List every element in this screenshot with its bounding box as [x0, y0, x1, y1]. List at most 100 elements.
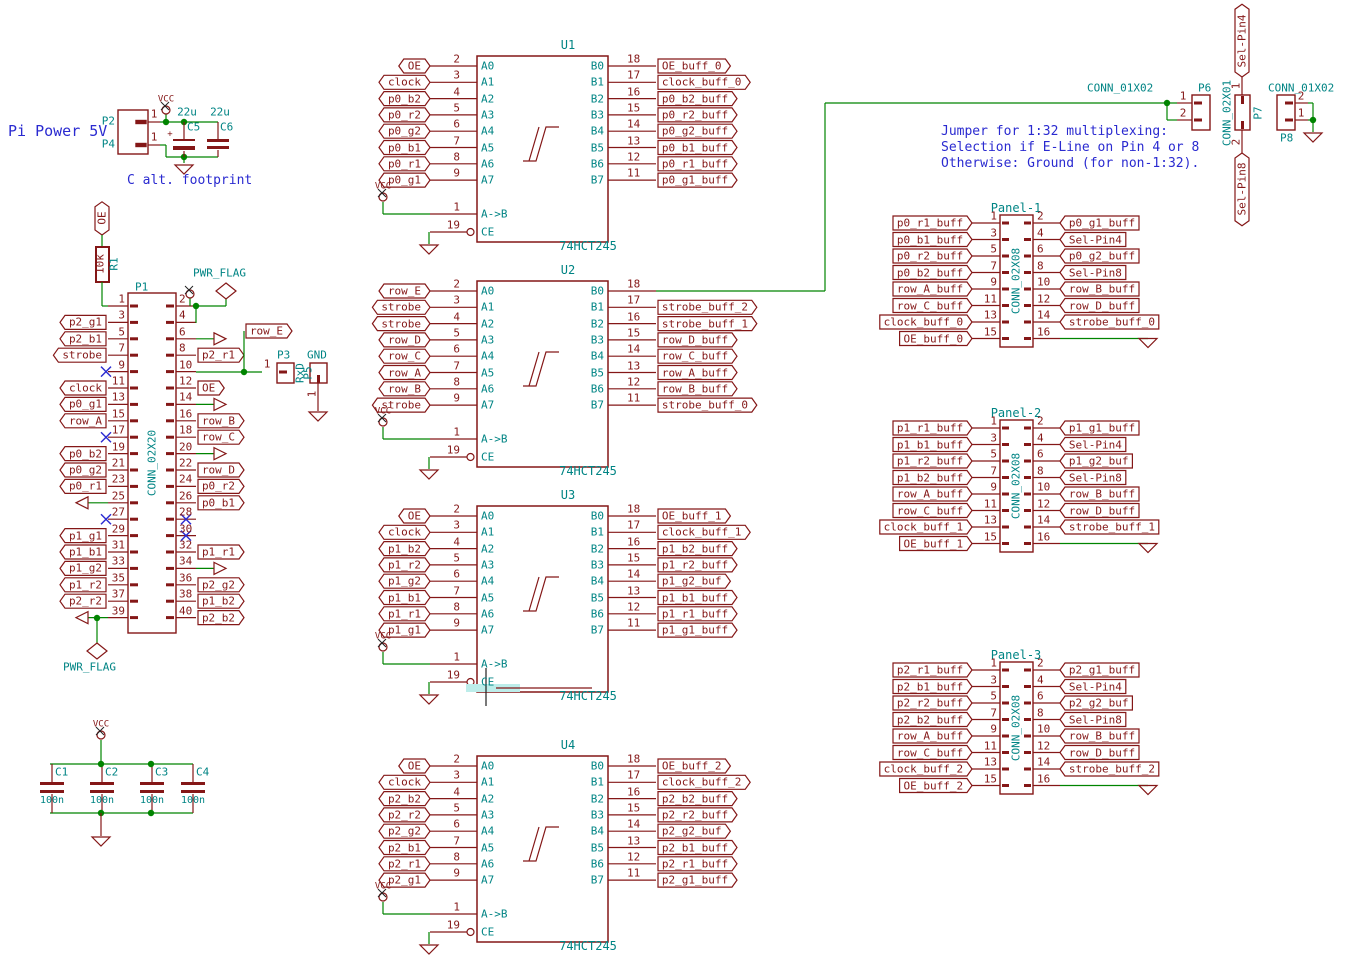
global-label-text[interactable]: row_C	[202, 432, 235, 443]
ref-C3[interactable]: C3	[155, 767, 168, 778]
value-p7[interactable]: CONN_02X01	[1222, 80, 1233, 146]
sheet-arrow-icon[interactable]	[214, 562, 226, 574]
global-label-text[interactable]: p1_b1_buff	[662, 592, 728, 603]
global-label-text[interactable]: row_C	[388, 351, 421, 362]
global-label-text[interactable]: row_A_buff	[897, 489, 963, 500]
global-label-text[interactable]: p1_r1	[202, 547, 235, 558]
ref-p5[interactable]: P5	[303, 366, 314, 379]
global-label-text[interactable]: p1_b2_buff	[662, 543, 728, 554]
global-label-text[interactable]: p2_b2_buff	[662, 793, 728, 804]
global-label-text[interactable]: p0_b2	[388, 93, 421, 104]
global-label-text[interactable]: row_B	[202, 415, 235, 426]
global-label-text[interactable]: p2_r1_buff	[897, 665, 963, 676]
value-c5[interactable]: 22u	[177, 107, 197, 118]
global-label-text[interactable]: strobe_buff_1	[1069, 522, 1155, 533]
pwr-flag-icon[interactable]	[87, 643, 107, 659]
global-label-text[interactable]: strobe_buff_2	[662, 302, 748, 313]
global-label-text[interactable]: clock_buff_1	[662, 527, 741, 538]
global-label-text[interactable]: OE_buff_2	[662, 761, 722, 772]
ref-p4[interactable]: P4	[102, 139, 115, 150]
global-label-text[interactable]: OE	[97, 212, 108, 225]
ref-p8[interactable]: P8	[1280, 133, 1293, 144]
pwr-flag-label[interactable]: PWR_FLAG	[63, 662, 116, 673]
global-label-text[interactable]: p2_b2	[202, 612, 235, 623]
global-label-text[interactable]: row_E	[250, 326, 283, 337]
global-label-text[interactable]: p0_g1	[69, 399, 102, 410]
global-label-text[interactable]: p2_g2	[202, 579, 235, 590]
global-label-text[interactable]: p0_r1_buff	[662, 158, 728, 169]
global-label-text[interactable]: row_B_buff	[1069, 489, 1135, 500]
global-label-text[interactable]: clock_buff_2	[884, 764, 963, 775]
power-section-title[interactable]: Pi Power 5V	[8, 124, 107, 139]
global-label-text[interactable]: Sel-Pin8	[1069, 472, 1122, 483]
global-label-text[interactable]: p1_b2	[202, 596, 235, 607]
global-label-text[interactable]: p0_r2	[202, 481, 235, 492]
value-U3[interactable]: 74HCT245	[559, 690, 617, 702]
global-label-text[interactable]: p2_b1	[388, 842, 421, 853]
ref-C1[interactable]: C1	[55, 767, 68, 778]
global-label-text[interactable]: p1_g1_buff	[662, 625, 728, 636]
global-label-text[interactable]: p2_g2_buf	[662, 826, 722, 837]
global-label-text[interactable]: OE	[408, 761, 421, 772]
connector-p2-p4[interactable]	[118, 110, 148, 154]
sheet-arrow-icon[interactable]	[214, 333, 226, 345]
global-label-text[interactable]: strobe	[381, 318, 421, 329]
connector-p8[interactable]	[1277, 95, 1295, 130]
global-label-text[interactable]: p2_g1_buff	[662, 875, 728, 886]
global-label-text[interactable]: p0_b1_buff	[662, 142, 728, 153]
global-label-text[interactable]: p2_b2	[388, 793, 421, 804]
global-label-text[interactable]: p0_b2	[69, 448, 102, 459]
global-label-text[interactable]: p0_g1_buff	[1069, 218, 1135, 229]
global-label-text[interactable]: Sel-Pin8	[1237, 163, 1248, 216]
ref-U4[interactable]: U4	[561, 739, 575, 751]
global-label-text[interactable]: p1_r2	[69, 579, 102, 590]
global-label-text[interactable]: clock_buff_0	[662, 77, 741, 88]
global-label-text[interactable]: p0_r1	[388, 158, 421, 169]
global-label-text[interactable]: p0_b2_buff	[897, 267, 963, 278]
jumper-note-line[interactable]: Jumper for 1:32 multiplexing:	[941, 125, 1168, 138]
value-r1[interactable]: 10k	[95, 254, 106, 274]
global-label-text[interactable]: p2_r2_buff	[897, 698, 963, 709]
global-label-text[interactable]: p1_r2_buff	[897, 456, 963, 467]
global-label-text[interactable]: OE_buff_2	[903, 780, 963, 791]
ref-Panel-3[interactable]: Panel-3	[991, 649, 1042, 661]
global-label-text[interactable]: strobe_buff_1	[662, 318, 748, 329]
global-label-text[interactable]: p2_g2_buf	[1069, 698, 1129, 709]
global-label-text[interactable]: row_A_buff	[897, 284, 963, 295]
global-label-text[interactable]: p0_g2_buff	[1069, 251, 1135, 262]
value-U1[interactable]: 74HCT245	[559, 240, 617, 252]
global-label-text[interactable]: clock	[69, 383, 102, 394]
global-label-text[interactable]: clock_buff_2	[662, 777, 741, 788]
cap-value[interactable]: 100n	[90, 796, 114, 806]
ref-C4[interactable]: C4	[196, 767, 209, 778]
ref-p1[interactable]: P1	[135, 282, 148, 293]
global-label-text[interactable]: p1_g1_buff	[1069, 423, 1135, 434]
ref-c6[interactable]: C6	[220, 122, 233, 133]
global-label-text[interactable]: strobe_buff_0	[1069, 317, 1155, 328]
jumper-note-line[interactable]: Otherwise: Ground (for non-1:32).	[941, 157, 1199, 170]
sheet-arrow-icon[interactable]	[76, 612, 88, 624]
ref-C2[interactable]: C2	[105, 767, 118, 778]
global-label-text[interactable]: Sel-Pin8	[1069, 267, 1122, 278]
cap-value[interactable]: 100n	[181, 796, 205, 806]
global-label-text[interactable]: p2_g1_buff	[1069, 665, 1135, 676]
global-label-text[interactable]: Sel-Pin4	[1069, 439, 1122, 450]
global-label-text[interactable]: p0_b1	[202, 497, 235, 508]
global-label-text[interactable]: row_C_buff	[662, 351, 728, 362]
global-label-text[interactable]: p1_g2_buf	[1069, 456, 1129, 467]
value-p8[interactable]: CONN_01X02	[1268, 83, 1334, 94]
value-Panel-3[interactable]: CONN_02X08	[1011, 695, 1022, 761]
global-label-text[interactable]: p2_b1	[69, 333, 102, 344]
global-label-text[interactable]: row_B_buff	[662, 383, 728, 394]
value-p5[interactable]: GND	[307, 350, 327, 361]
global-label-text[interactable]: OE	[408, 511, 421, 522]
global-label-text[interactable]: p0_g2_buff	[662, 126, 728, 137]
sheet-arrow-icon[interactable]	[76, 497, 88, 509]
global-label-text[interactable]: clock_buff_1	[884, 522, 963, 533]
global-label-text[interactable]: OE	[408, 61, 421, 72]
global-label-text[interactable]: strobe_buff_0	[662, 400, 748, 411]
global-label-text[interactable]: clock	[388, 77, 421, 88]
sheet-arrow-icon[interactable]	[214, 448, 226, 460]
global-label-text[interactable]: strobe_buff_2	[1069, 764, 1155, 775]
ref-Panel-2[interactable]: Panel-2	[991, 407, 1042, 419]
